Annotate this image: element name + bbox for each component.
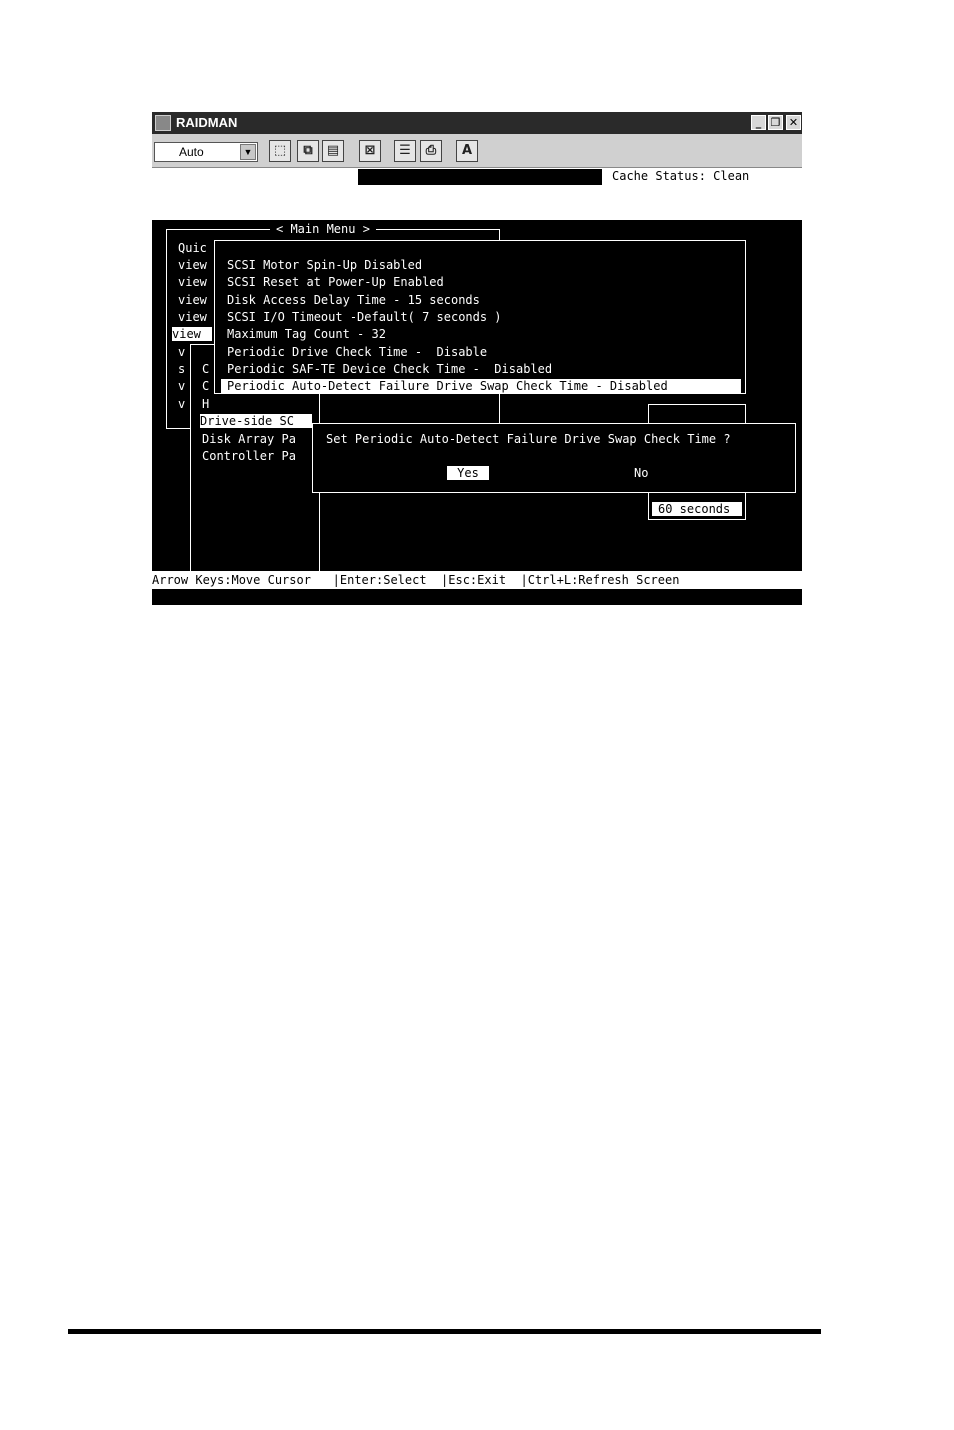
key-help-bar: Arrow Keys:Move Cursor |Enter:Select |Es… <box>152 571 802 589</box>
help-move: Arrow Keys:Move Cursor <box>152 573 311 587</box>
help-select: |Enter:Select <box>332 573 427 587</box>
status-strip: Cache Status: Clean <box>152 168 802 220</box>
status-field <box>358 169 602 185</box>
page-rule <box>68 1329 821 1334</box>
mode-select-value: Auto <box>179 145 204 159</box>
raidman-window: RAIDMAN _ ❐ ✕ Auto ▼ ⬚ ⧉ ▤ ⊠ ☰ ⎙ A Cache… <box>152 112 802 605</box>
submenu-item-drive-side[interactable]: Drive-side SC <box>200 414 312 428</box>
menu-item[interactable]: v <box>178 345 185 359</box>
menu-item[interactable]: Quic <box>178 241 207 255</box>
param-item[interactable]: Periodic SAF-TE Device Check Time - Disa… <box>227 362 552 376</box>
app-icon <box>155 115 171 131</box>
window-title: RAIDMAN <box>176 115 238 130</box>
font-button[interactable]: A <box>456 140 478 162</box>
param-item[interactable]: SCSI I/O Timeout -Default( 7 seconds ) <box>227 310 502 324</box>
menu-item[interactable]: view <box>178 310 207 324</box>
restore-button[interactable]: ❐ <box>768 115 783 130</box>
confirm-question: Set Periodic Auto-Detect Failure Drive S… <box>326 432 731 446</box>
param-item[interactable]: SCSI Motor Spin-Up Disabled <box>227 258 422 272</box>
submenu-item[interactable]: C <box>202 362 209 376</box>
submenu-item[interactable]: H <box>202 397 209 411</box>
help-exit: |Esc:Exit <box>441 573 507 587</box>
param-item[interactable]: Maximum Tag Count - 32 <box>227 327 386 341</box>
toolbar: Auto ▼ ⬚ ⧉ ▤ ⊠ ☰ ⎙ A <box>152 134 802 168</box>
menu-item[interactable]: s <box>178 362 185 376</box>
close-button[interactable]: ✕ <box>786 115 801 130</box>
mode-select[interactable]: Auto ▼ <box>154 142 258 162</box>
menu-item[interactable]: view <box>178 258 207 272</box>
submenu-item[interactable]: C <box>202 379 209 393</box>
bottom-strip <box>152 589 802 605</box>
menu-item[interactable]: view <box>178 275 207 289</box>
fit-window-icon[interactable]: ⊠ <box>359 140 381 162</box>
print-icon[interactable]: ⎙ <box>420 140 442 162</box>
yes-button[interactable]: Yes <box>447 466 489 480</box>
help-refresh: |Ctrl+L:Refresh Screen <box>520 573 680 587</box>
chevron-down-icon[interactable]: ▼ <box>240 144 256 160</box>
cache-status: Cache Status: Clean <box>612 169 750 183</box>
menu-item[interactable]: v <box>178 397 185 411</box>
minimize-button[interactable]: _ <box>751 115 766 130</box>
time-option-selected[interactable]: 60 seconds <box>652 502 742 516</box>
param-item[interactable]: Periodic Drive Check Time - Disable <box>227 345 487 359</box>
menu-item[interactable]: view <box>178 293 207 307</box>
terminal-area: < Main Menu > Quic view view view view v… <box>152 220 802 576</box>
menu-item-selected[interactable]: view <box>172 327 212 341</box>
main-menu-title: < Main Menu > <box>270 222 376 236</box>
param-item[interactable]: SCSI Reset at Power-Up Enabled <box>227 275 444 289</box>
submenu-item-disk-array[interactable]: Disk Array Pa <box>202 432 296 446</box>
copy-icon[interactable]: ⧉ <box>297 140 319 162</box>
properties-icon[interactable]: ☰ <box>394 140 416 162</box>
select-icon[interactable]: ⬚ <box>269 140 291 162</box>
param-item-selected[interactable]: Periodic Auto-Detect Failure Drive Swap … <box>221 379 741 393</box>
title-bar[interactable]: RAIDMAN _ ❐ ✕ <box>152 112 802 134</box>
menu-item[interactable]: v <box>178 379 185 393</box>
paste-icon[interactable]: ▤ <box>322 140 344 162</box>
param-item[interactable]: Disk Access Delay Time - 15 seconds <box>227 293 480 307</box>
submenu-item-controller[interactable]: Controller Pa <box>202 449 296 463</box>
no-button[interactable]: No <box>634 466 648 480</box>
